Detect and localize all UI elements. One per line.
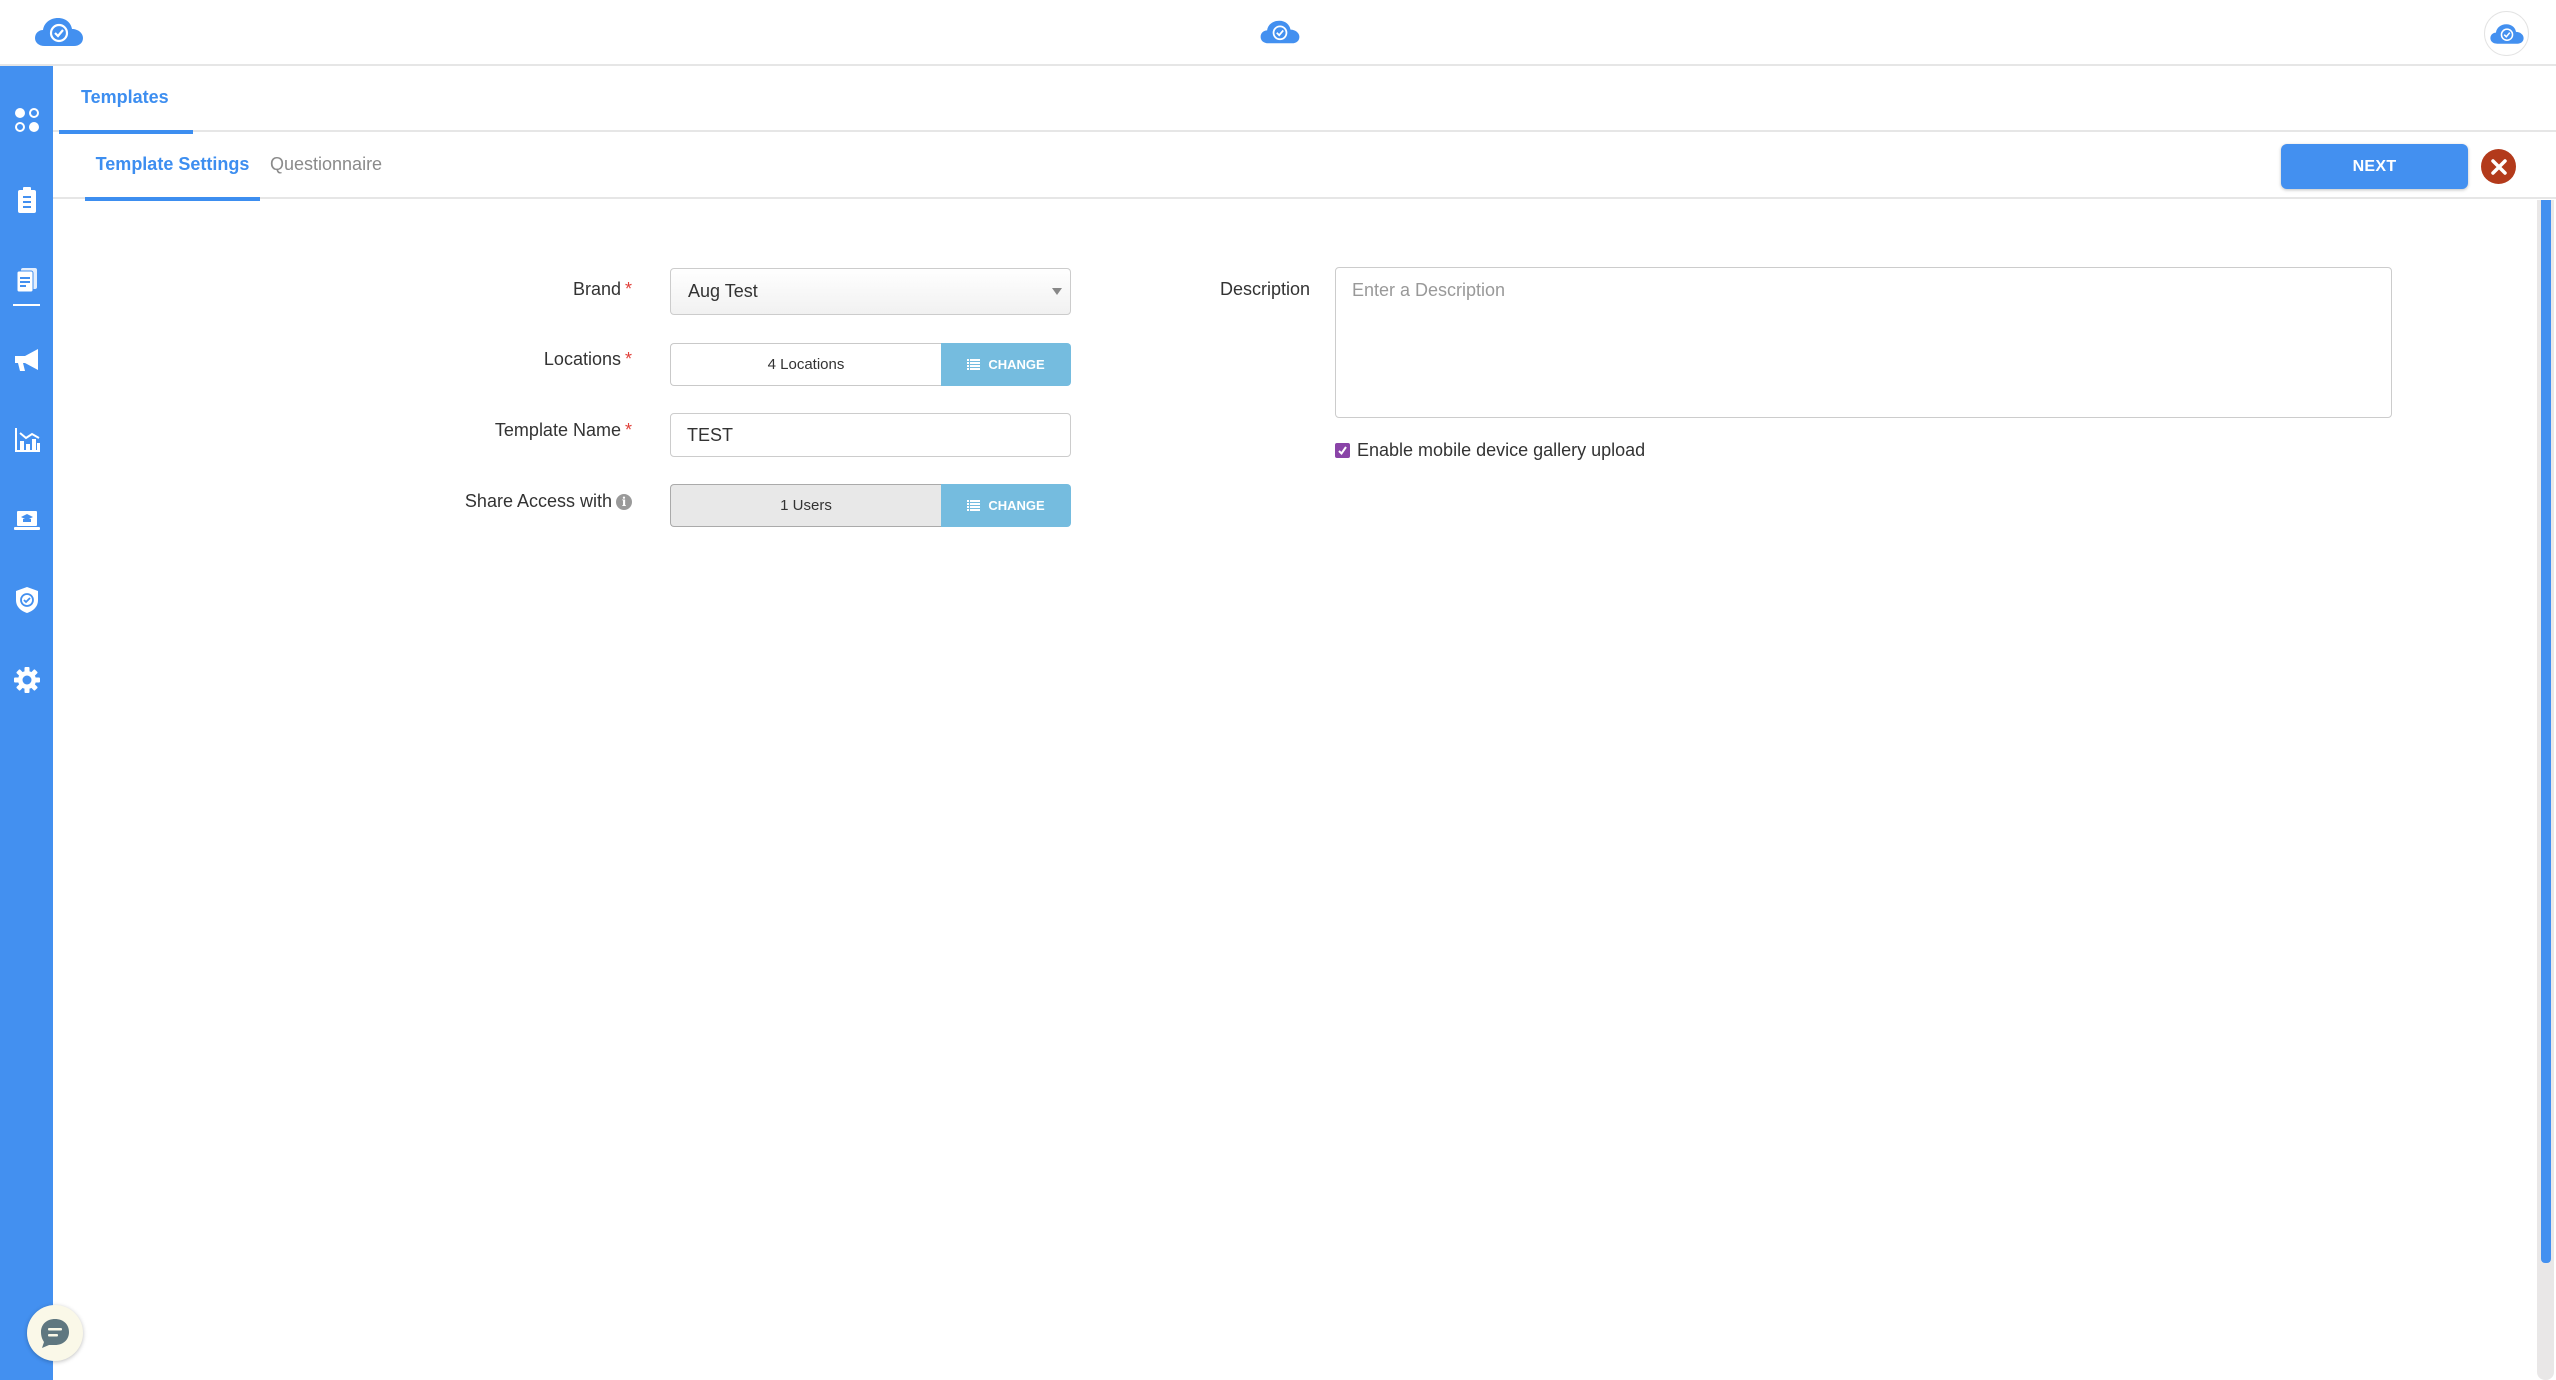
info-icon[interactable]: i [616, 494, 632, 510]
locations-change-button[interactable]: CHANGE [941, 343, 1071, 386]
required-mark: * [624, 279, 632, 299]
tab-questionnaire[interactable]: Questionnaire [270, 132, 382, 199]
top-header [0, 0, 2556, 66]
template-name-input[interactable] [670, 413, 1071, 457]
close-button[interactable] [2481, 149, 2516, 184]
required-mark: * [624, 420, 632, 440]
sub-tab-bar: Template Settings Questionnaire [53, 132, 2556, 201]
required-mark: * [624, 349, 632, 369]
share-access-label: Share Access with i [372, 491, 632, 512]
locations-value[interactable]: 4 Locations [670, 343, 941, 386]
sidebar-item-reports[interactable] [0, 410, 53, 470]
clipboard-icon [17, 187, 36, 213]
list-icon [967, 500, 981, 511]
gallery-upload-option: Enable mobile device gallery upload [1335, 440, 1645, 461]
dashboard-icon [14, 108, 39, 132]
checkmark-icon [1338, 446, 1347, 456]
tab-templates[interactable]: Templates [59, 66, 193, 134]
share-access-value[interactable]: 1 Users [670, 484, 941, 527]
analytics-icon [14, 428, 40, 452]
brand-select[interactable]: Aug Test [670, 268, 1071, 315]
locations-label-text: Locations [543, 349, 621, 369]
template-name-label: Template Name * [372, 420, 632, 441]
brand-label: Brand * [372, 279, 632, 300]
sidebar-item-templates[interactable] [0, 250, 53, 310]
sidebar-item-training[interactable] [0, 490, 53, 550]
cloud-avatar-icon [2489, 23, 2524, 44]
template-name-label-text: Template Name [494, 420, 621, 440]
chevron-down-icon [1052, 288, 1062, 295]
sidebar-item-announcements[interactable] [0, 330, 53, 390]
share-access-field: 1 Users CHANGE [670, 484, 1071, 527]
sidebar-item-clipboard[interactable] [0, 170, 53, 230]
tab-template-settings[interactable]: Template Settings [85, 132, 260, 201]
main-tab-bar: Templates [53, 66, 2556, 134]
list-icon [967, 359, 981, 370]
next-button[interactable]: NEXT [2281, 144, 2468, 189]
scrollbar-thumb[interactable] [2541, 200, 2551, 1263]
change-label: CHANGE [988, 498, 1045, 513]
documents-icon [16, 268, 37, 293]
cloud-logo-icon[interactable] [33, 16, 85, 48]
user-avatar[interactable] [2484, 11, 2529, 56]
chat-button[interactable] [27, 1305, 83, 1361]
brand-select-value: Aug Test [688, 281, 758, 301]
chat-bubble-icon [41, 1319, 69, 1348]
locations-field: 4 Locations CHANGE [670, 343, 1071, 386]
cloud-logo-icon [1260, 20, 1300, 44]
locations-label: Locations * [372, 349, 632, 370]
gear-icon [13, 667, 40, 693]
megaphone-icon [14, 349, 38, 371]
sidebar-item-settings[interactable] [0, 650, 53, 710]
training-icon [13, 511, 40, 530]
scrollbar[interactable] [2537, 200, 2554, 1380]
gallery-upload-label[interactable]: Enable mobile device gallery upload [1357, 440, 1645, 461]
sidebar [0, 66, 53, 1380]
gallery-upload-checkbox[interactable] [1335, 443, 1350, 458]
shield-check-icon [15, 587, 38, 613]
description-textarea[interactable] [1335, 267, 2392, 418]
share-access-change-button[interactable]: CHANGE [941, 484, 1071, 527]
description-label: Description [1219, 279, 1310, 299]
share-access-label-text: Share Access with [464, 491, 612, 511]
brand-label-text: Brand [572, 279, 621, 299]
sidebar-item-dashboard[interactable] [0, 90, 53, 150]
change-label: CHANGE [988, 357, 1045, 372]
sidebar-item-compliance[interactable] [0, 570, 53, 630]
close-icon [2490, 158, 2507, 175]
